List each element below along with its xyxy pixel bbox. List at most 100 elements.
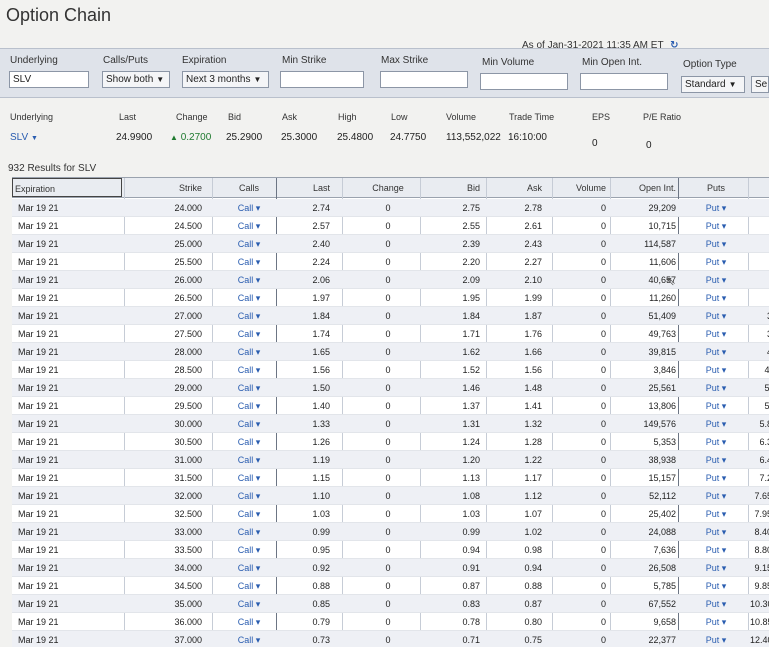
call-link[interactable]: Call ▾ — [224, 217, 274, 235]
put-label: Put — [705, 365, 720, 375]
put-link[interactable]: Put ▾ — [688, 433, 744, 451]
col-header-volume[interactable]: Volume — [560, 178, 606, 198]
call-link[interactable]: Call ▾ — [224, 595, 274, 613]
chevron-down-icon: ▾ — [253, 293, 261, 303]
put-link[interactable]: Put ▾ — [688, 631, 744, 647]
chevron-down-icon: ▾ — [719, 257, 727, 267]
cell-open-int: 10,715 — [648, 221, 676, 231]
call-link[interactable]: Call ▾ — [224, 271, 274, 289]
call-link[interactable]: Call ▾ — [224, 559, 274, 577]
col-header-ask[interactable]: Ask — [488, 178, 542, 198]
calls-puts-select[interactable]: Show both ▼ — [102, 71, 170, 88]
quote-trade-time: 16:10:00 — [508, 132, 547, 143]
put-label: Put — [705, 221, 720, 231]
quote-underlying-link[interactable]: SLV ▼ — [10, 132, 38, 143]
col-header-last[interactable]: Last — [282, 178, 330, 198]
call-link[interactable]: Call ▾ — [224, 451, 274, 469]
page-title: Option Chain — [6, 5, 112, 25]
put-link[interactable]: Put ▾ — [688, 469, 744, 487]
put-link[interactable]: Put ▾ — [688, 271, 744, 289]
put-link[interactable]: Put ▾ — [688, 613, 744, 631]
cell-change: 0 — [385, 239, 391, 249]
cell-open-int: 13,806 — [648, 401, 676, 411]
chevron-down-icon: ▾ — [253, 329, 261, 339]
call-link[interactable]: Call ▾ — [224, 613, 274, 631]
put-link[interactable]: Put ▾ — [688, 523, 744, 541]
option-type-select[interactable]: Standard ▼ — [681, 76, 745, 93]
call-link[interactable]: Call ▾ — [224, 415, 274, 433]
put-link[interactable]: Put ▾ — [688, 307, 744, 325]
search-button[interactable]: Se — [751, 76, 769, 93]
call-link[interactable]: Call ▾ — [224, 361, 274, 379]
put-label: Put — [705, 581, 720, 591]
max-strike-input[interactable] — [380, 71, 468, 88]
expiration-select[interactable]: Next 3 months ▼ — [182, 71, 269, 88]
call-link[interactable]: Call ▾ — [224, 577, 274, 595]
chevron-down-icon: ▾ — [719, 383, 727, 393]
put-link[interactable]: Put ▾ — [688, 379, 744, 397]
cell-bid: 1.71 — [462, 329, 480, 339]
min-volume-input[interactable] — [480, 73, 568, 90]
put-link[interactable]: Put ▾ — [688, 487, 744, 505]
put-link[interactable]: Put ▾ — [688, 397, 744, 415]
call-link[interactable]: Call ▾ — [224, 505, 274, 523]
put-link[interactable]: Put ▾ — [688, 505, 744, 523]
cell-strike: 24.000 — [174, 203, 202, 213]
cell-bid: 0.87 — [462, 581, 480, 591]
quote-label-ask: Ask — [282, 112, 298, 122]
cell-put-side: 9.15 — [754, 563, 769, 573]
cell-change: 0 — [385, 563, 391, 573]
put-link[interactable]: Put ▾ — [688, 541, 744, 559]
call-link[interactable]: Call ▾ — [224, 253, 274, 271]
put-link[interactable]: Put ▾ — [688, 235, 744, 253]
call-label: Call — [237, 311, 254, 321]
call-link[interactable]: Call ▾ — [224, 487, 274, 505]
cell-change: 0 — [385, 635, 391, 645]
underlying-input[interactable]: SLV — [9, 71, 89, 88]
min-strike-input[interactable] — [280, 71, 364, 88]
cell-open-int: 149,576 — [643, 419, 676, 429]
put-link[interactable]: Put ▾ — [688, 199, 744, 217]
put-link[interactable]: Put ▾ — [688, 289, 744, 307]
call-link[interactable]: Call ▾ — [224, 523, 274, 541]
put-link[interactable]: Put ▾ — [688, 559, 744, 577]
put-link[interactable]: Put ▾ — [688, 451, 744, 469]
cell-last: 1.03 — [312, 509, 330, 519]
col-header-bid[interactable]: Bid — [422, 178, 480, 198]
cell-volume: 0 — [600, 455, 606, 465]
put-link[interactable]: Put ▾ — [688, 325, 744, 343]
call-link[interactable]: Call ▾ — [224, 469, 274, 487]
put-link[interactable]: Put ▾ — [688, 253, 744, 271]
col-header-change[interactable]: Change — [358, 178, 418, 198]
call-link[interactable]: Call ▾ — [224, 379, 274, 397]
col-header-expiration[interactable]: Expiration — [12, 178, 122, 197]
call-link[interactable]: Call ▾ — [224, 541, 274, 559]
call-link[interactable]: Call ▾ — [224, 631, 274, 647]
call-link[interactable]: Call ▾ — [224, 433, 274, 451]
put-label: Put — [705, 527, 720, 537]
col-header-calls[interactable]: Calls — [224, 178, 274, 198]
put-label: Put — [705, 275, 720, 285]
cell-put-side: 3 — [750, 325, 769, 343]
call-link[interactable]: Call ▾ — [224, 199, 274, 217]
cell-ask: 1.32 — [524, 419, 542, 429]
min-open-int-input[interactable] — [580, 73, 668, 90]
call-link[interactable]: Call ▾ — [224, 343, 274, 361]
put-link[interactable]: Put ▾ — [688, 217, 744, 235]
col-header-puts[interactable]: Puts — [688, 178, 744, 198]
cell-last: 2.24 — [312, 257, 330, 267]
quote-label-change: Change — [176, 112, 208, 122]
put-link[interactable]: Put ▾ — [688, 595, 744, 613]
call-link[interactable]: Call ▾ — [224, 397, 274, 415]
put-link[interactable]: Put ▾ — [688, 361, 744, 379]
put-link[interactable]: Put ▾ — [688, 415, 744, 433]
call-link[interactable]: Call ▾ — [224, 289, 274, 307]
put-link[interactable]: Put ▾ — [688, 343, 744, 361]
cell-change: 0 — [385, 275, 391, 285]
call-link[interactable]: Call ▾ — [224, 307, 274, 325]
col-header-strike[interactable]: Strike — [132, 178, 202, 198]
call-link[interactable]: Call ▾ — [224, 325, 274, 343]
col-header-open-int[interactable]: Open Int. — [616, 178, 676, 198]
call-link[interactable]: Call ▾ — [224, 235, 274, 253]
put-link[interactable]: Put ▾ — [688, 577, 744, 595]
